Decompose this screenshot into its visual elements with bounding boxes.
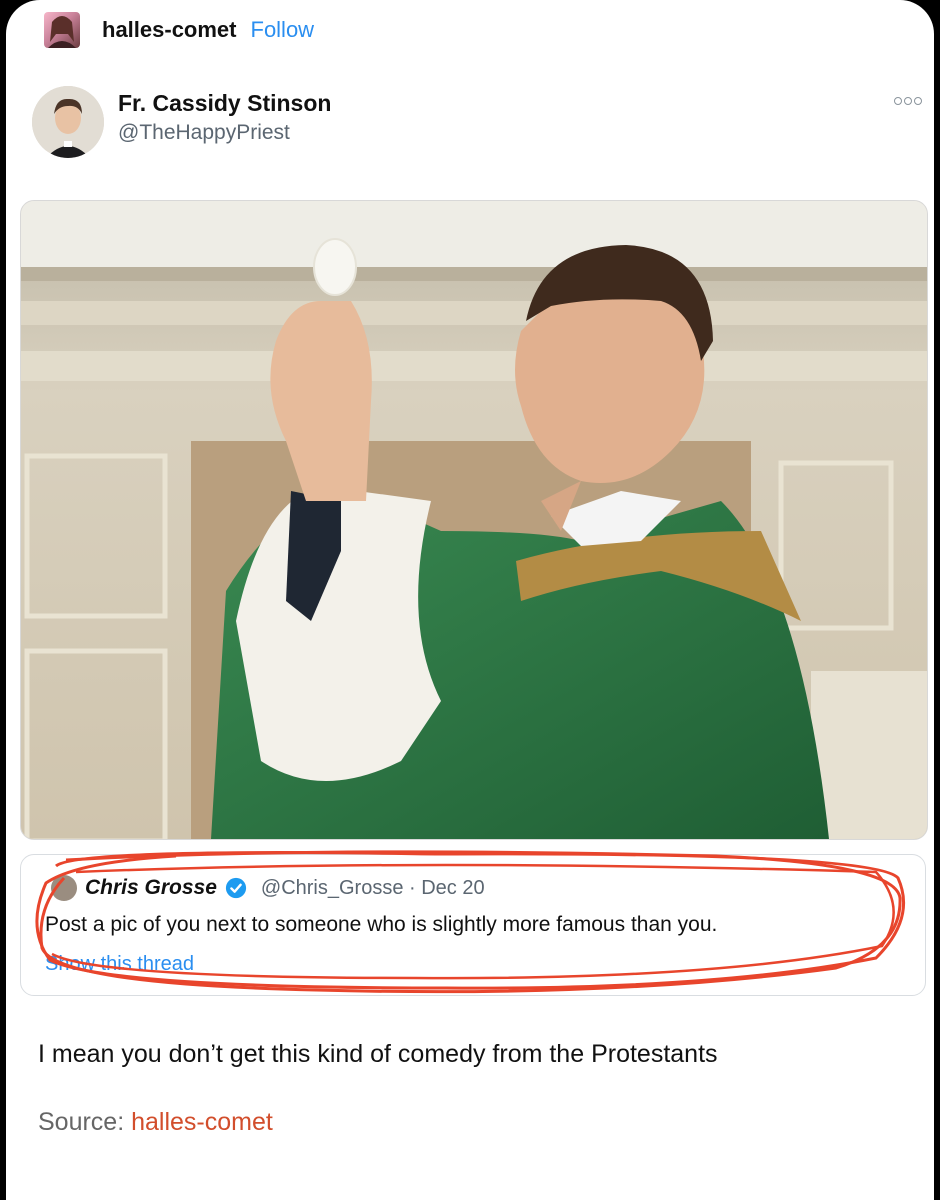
follow-button[interactable]: Follow [251,17,315,43]
quoted-tweet-display-name[interactable]: Chris Grosse [85,876,217,900]
source-label: Source: [38,1108,132,1136]
post-card: halles-comet Follow Fr. Cassidy Stinson … [6,0,934,1200]
tweet-photo[interactable] [20,200,928,840]
quoted-tweet-text: Post a pic of you next to someone who is… [45,913,718,936]
quoted-tweet-handle-date: @Chris_Grosse · Dec 20 [260,876,485,899]
source-link[interactable]: halles-comet [131,1108,273,1136]
quoted-tweet-avatar[interactable] [51,875,77,901]
show-thread-link[interactable]: Show this thread [45,953,194,976]
tweet-avatar[interactable] [32,86,104,158]
blog-avatar[interactable] [44,12,80,48]
blog-name[interactable]: halles-comet [102,17,237,43]
tweet-handle[interactable]: @TheHappyPriest [118,121,290,145]
more-options-icon[interactable] [894,97,922,105]
quoted-tweet[interactable]: Chris Grosse @Chris_Grosse · Dec 20 Post… [20,854,926,996]
post-header: halles-comet Follow [44,10,314,50]
post-caption: I mean you don’t get this kind of comedy… [38,1040,718,1068]
verified-badge-icon [225,877,246,899]
post-source: Source: halles-comet [38,1108,273,1137]
tweet-display-name[interactable]: Fr. Cassidy Stinson [118,90,331,117]
